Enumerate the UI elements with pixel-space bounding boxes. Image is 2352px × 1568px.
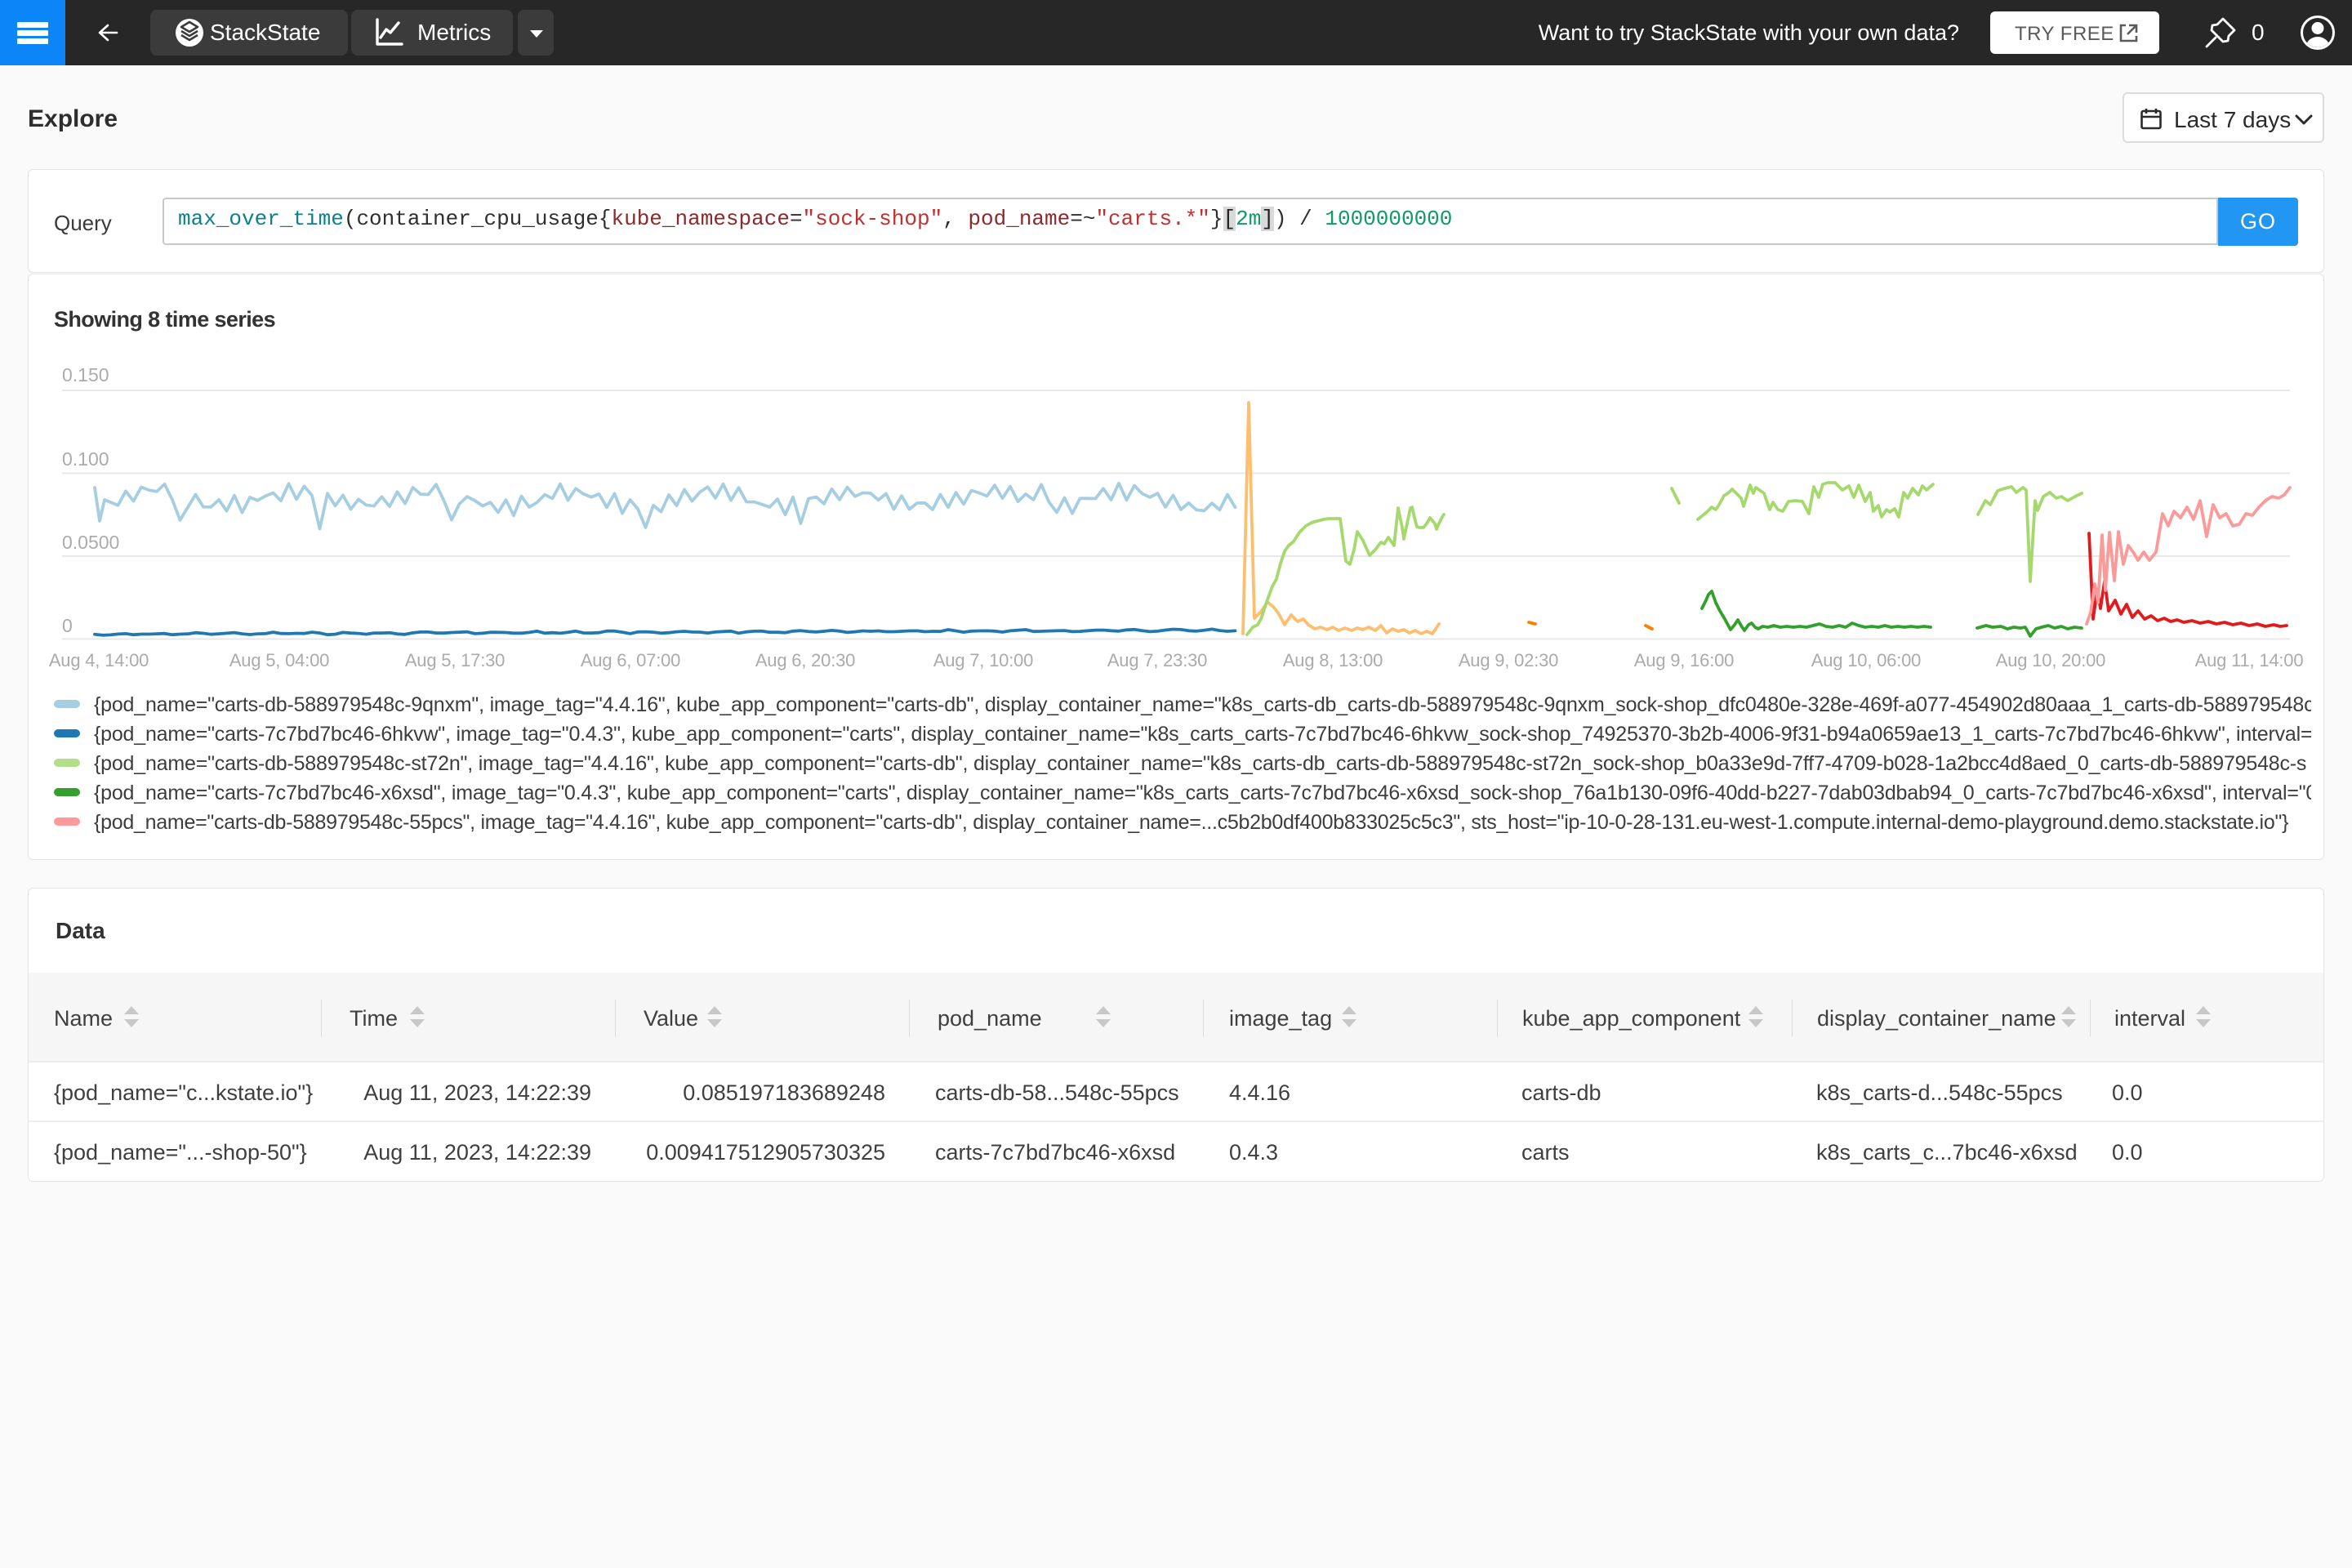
svg-text:0.150: 0.150	[62, 364, 109, 385]
svg-text:Aug 11, 14:00: Aug 11, 14:00	[2195, 650, 2304, 670]
svg-text:Aug 10, 06:00: Aug 10, 06:00	[1811, 650, 1921, 670]
svg-text:Aug 10, 20:00: Aug 10, 20:00	[1996, 650, 2105, 670]
svg-text:Aug 7, 23:30: Aug 7, 23:30	[1107, 650, 1207, 670]
svg-text:0.0500: 0.0500	[62, 532, 119, 553]
svg-text:Aug 9, 02:30: Aug 9, 02:30	[1459, 650, 1558, 670]
svg-text:Aug 8, 13:00: Aug 8, 13:00	[1283, 650, 1383, 670]
svg-text:Aug 4, 14:00: Aug 4, 14:00	[49, 650, 149, 670]
svg-text:Aug 5, 17:30: Aug 5, 17:30	[405, 650, 505, 670]
svg-text:Aug 7, 10:00: Aug 7, 10:00	[933, 650, 1033, 670]
svg-text:Aug 5, 04:00: Aug 5, 04:00	[229, 650, 329, 670]
svg-text:Aug 9, 16:00: Aug 9, 16:00	[1634, 650, 1734, 670]
svg-text:Aug 6, 07:00: Aug 6, 07:00	[581, 650, 680, 670]
svg-text:0.100: 0.100	[62, 448, 109, 470]
svg-text:0: 0	[62, 615, 73, 636]
svg-text:Aug 6, 20:30: Aug 6, 20:30	[755, 650, 855, 670]
